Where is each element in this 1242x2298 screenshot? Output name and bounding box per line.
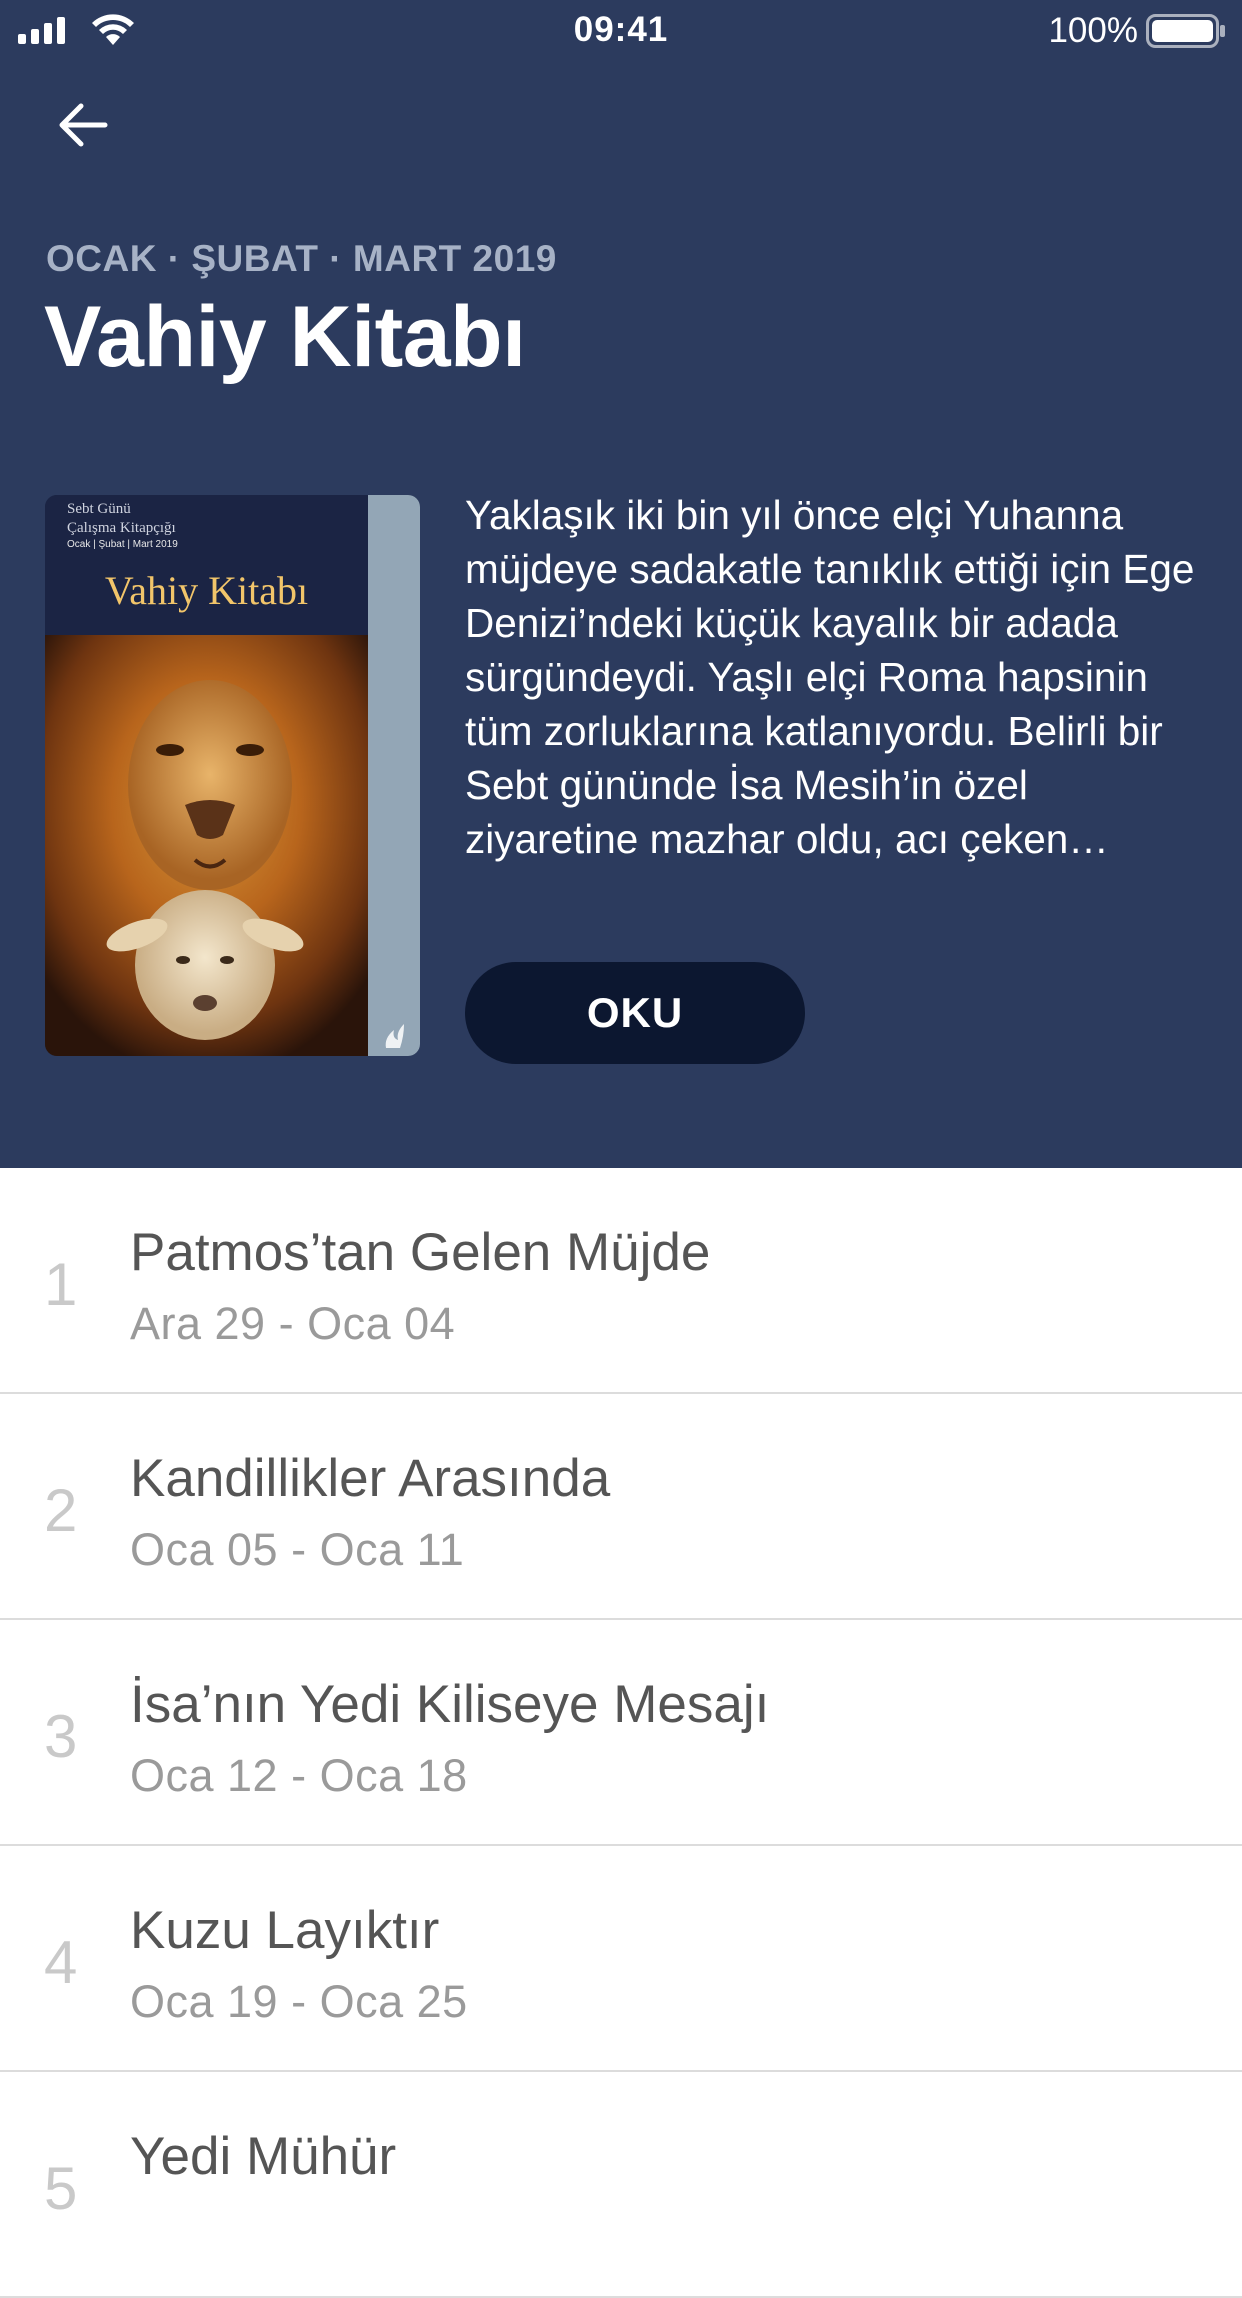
- cover-title-area: Sebt Günü Çalışma Kitapçığı Ocak | Şubat…: [45, 495, 368, 635]
- list-item[interactable]: 2 Kandillikler Arasında Oca 05 - Oca 11: [0, 1394, 1242, 1620]
- quarter-subtitle: OCAK · ŞUBAT · MART 2019: [46, 238, 557, 279]
- lesson-title: İsa’nın Yedi Kiliseye Mesajı: [130, 1675, 770, 1734]
- lesson-title: Kuzu Layıktır: [130, 1901, 440, 1960]
- cover-date-label: Ocak | Şubat | Mart 2019: [67, 539, 178, 550]
- lesson-dates: Ara 29 - Oca 04: [130, 1298, 456, 1349]
- lesson-number: 5: [44, 2155, 78, 2222]
- flame-logo-icon: [385, 1024, 404, 1048]
- list-item[interactable]: 3 İsa’nın Yedi Kiliseye Mesajı Oca 12 - …: [0, 1620, 1242, 1846]
- lesson-number: 2: [44, 1477, 78, 1544]
- battery-percent: 100%: [1048, 11, 1138, 50]
- quarterly-description: Yaklaşık iki bin yıl önce elçi Yuhanna m…: [465, 492, 1195, 862]
- lion-and-lamb-illustration: [45, 635, 368, 1056]
- page-title: Vahiy Kitabı: [44, 289, 526, 385]
- list-item[interactable]: 4 Kuzu Layıktır Oca 19 - Oca 25: [0, 1846, 1242, 2072]
- lesson-number: 3: [44, 1703, 78, 1770]
- back-button[interactable]: [48, 90, 118, 160]
- lesson-title: Kandillikler Arasında: [130, 1449, 611, 1508]
- list-item[interactable]: 5 Yedi Mühür: [0, 2072, 1242, 2298]
- read-button[interactable]: OKU: [465, 962, 805, 1064]
- list-item[interactable]: 1 Patmos’tan Gelen Müjde Ara 29 - Oca 04: [0, 1168, 1242, 1394]
- cover-title: Vahiy Kitabı: [104, 568, 309, 613]
- lesson-number: 1: [44, 1251, 78, 1318]
- lesson-list: 1 Patmos’tan Gelen Müjde Ara 29 - Oca 04…: [0, 1168, 1242, 2298]
- battery-icon: [1146, 14, 1225, 48]
- lesson-title: Patmos’tan Gelen Müjde: [130, 1223, 711, 1282]
- lesson-dates: Oca 05 - Oca 11: [130, 1524, 465, 1575]
- cover-series-label: Sebt Günü: [67, 501, 131, 517]
- cover-subtitle-label: Çalışma Kitapçığı: [67, 520, 176, 536]
- lesson-dates: Oca 12 - Oca 18: [130, 1750, 468, 1801]
- lesson-dates: Oca 19 - Oca 25: [130, 1976, 468, 2027]
- cover-spine: [368, 495, 420, 1056]
- book-cover: Sebt Günü Çalışma Kitapçığı Ocak | Şubat…: [45, 495, 420, 1056]
- lesson-title: Yedi Mühür: [130, 2127, 397, 2186]
- status-bar: 09:41 100%: [0, 0, 1242, 62]
- quarterly-header: 09:41 100% OCAK · ŞUBAT · MART 2019 Vahi…: [0, 0, 1242, 1168]
- lesson-number: 4: [44, 1929, 78, 1996]
- arrow-left-icon: [59, 103, 108, 147]
